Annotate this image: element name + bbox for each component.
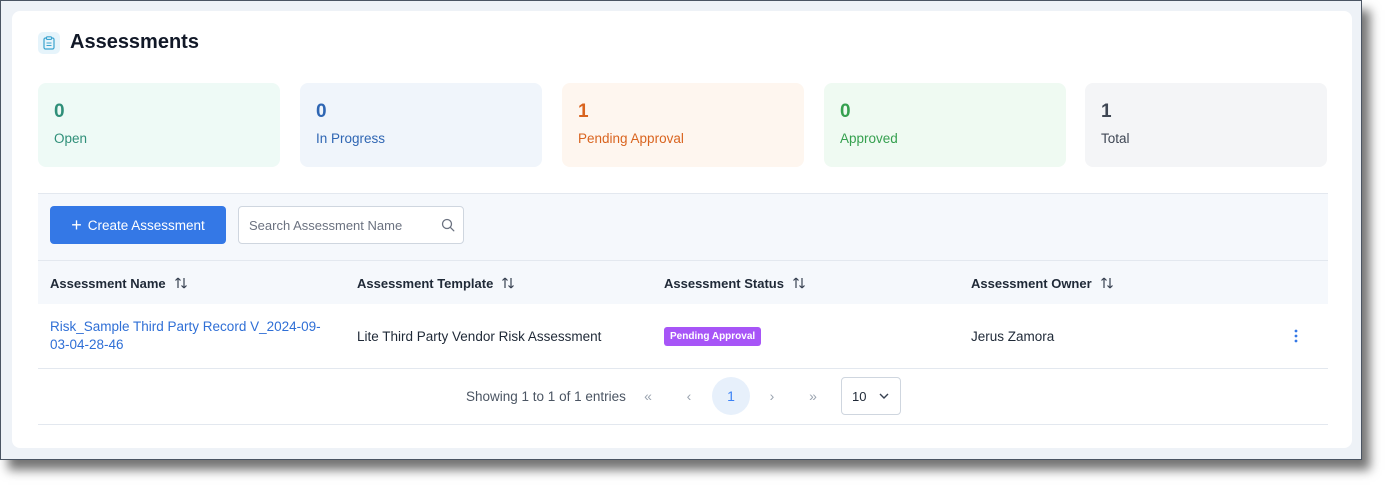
summary-label: Open [54, 131, 88, 146]
clipboard-icon [38, 31, 60, 54]
sort-icon[interactable] [1100, 276, 1114, 290]
status-badge: Pending Approval [664, 326, 762, 346]
cell-assessment-status: Pending Approval [664, 304, 762, 368]
summary-count: 0 [316, 101, 327, 122]
sort-icon[interactable] [501, 276, 515, 290]
summary-count: 0 [840, 101, 851, 122]
page-size-value: 10 [852, 388, 867, 404]
summary-label: In Progress [316, 131, 386, 146]
column-header-owner[interactable]: Assessment Owner [971, 261, 1114, 305]
summary-count: 0 [54, 101, 65, 122]
last-page-button[interactable]: » [794, 377, 832, 415]
search-input[interactable] [239, 207, 429, 243]
create-assessment-label: Create Assessment [87, 217, 205, 233]
column-header-template[interactable]: Assessment Template [357, 261, 515, 305]
assessment-name-link[interactable]: Risk_Sample Third Party Record V_2024-09… [50, 318, 340, 354]
column-header-label: Assessment Status [664, 275, 784, 291]
pagination-info: Showing 1 to 1 of 1 entries [466, 388, 626, 404]
search-icon[interactable] [441, 218, 455, 237]
column-header-status[interactable]: Assessment Status [664, 261, 806, 305]
sort-icon[interactable] [174, 276, 188, 290]
table-header: Assessment Name Assessment Template Asse… [38, 260, 1328, 306]
column-header-label: Assessment Template [357, 275, 494, 291]
summary-card-in-progress[interactable]: 0 In Progress [300, 83, 542, 167]
assessments-table: + Create Assessment Assessment Name Asse… [38, 193, 1328, 425]
search-box[interactable] [238, 206, 464, 244]
previous-page-button[interactable]: ‹ [670, 377, 708, 415]
table-toolbar: + Create Assessment [38, 194, 1328, 260]
window-frame: Assessments 0 Open 0 In Progress 1 Pendi… [0, 0, 1362, 460]
row-actions-icon[interactable] [1284, 324, 1308, 348]
summary-card-open[interactable]: 0 Open [38, 83, 280, 167]
page-1-button[interactable]: 1 [712, 377, 750, 415]
summary-count: 1 [578, 101, 589, 122]
summary-label: Approved [840, 131, 898, 146]
next-page-button[interactable]: › [753, 377, 791, 415]
page-header: Assessments [38, 31, 199, 54]
summary-card-total[interactable]: 1 Total [1085, 83, 1327, 167]
chevron-down-icon [878, 390, 890, 405]
column-header-label: Assessment Name [50, 275, 166, 291]
summary-label: Total [1101, 131, 1130, 146]
cell-assessment-name: Risk_Sample Third Party Record V_2024-09… [50, 304, 340, 368]
first-page-button[interactable]: « [629, 377, 667, 415]
pagination: Showing 1 to 1 of 1 entries « ‹ 1 › » 10 [38, 368, 1328, 425]
create-assessment-button[interactable]: + Create Assessment [50, 206, 226, 244]
plus-icon: + [71, 215, 82, 235]
sort-icon[interactable] [792, 276, 806, 290]
cell-assessment-owner: Jerus Zamora [971, 328, 1055, 344]
summary-card-pending-approval[interactable]: 1 Pending Approval [562, 83, 804, 167]
column-header-name[interactable]: Assessment Name [50, 261, 188, 305]
summary-label: Pending Approval [578, 131, 684, 146]
assessments-panel: Assessments 0 Open 0 In Progress 1 Pendi… [12, 11, 1352, 448]
summary-card-approved[interactable]: 0 Approved [824, 83, 1066, 167]
page-title: Assessments [70, 31, 199, 53]
page-size-select[interactable]: 10 [841, 377, 901, 415]
summary-count: 1 [1101, 101, 1112, 122]
table-row: Risk_Sample Third Party Record V_2024-09… [38, 304, 1328, 369]
cell-assessment-template: Lite Third Party Vendor Risk Assessment [357, 328, 602, 344]
column-header-label: Assessment Owner [971, 275, 1092, 291]
